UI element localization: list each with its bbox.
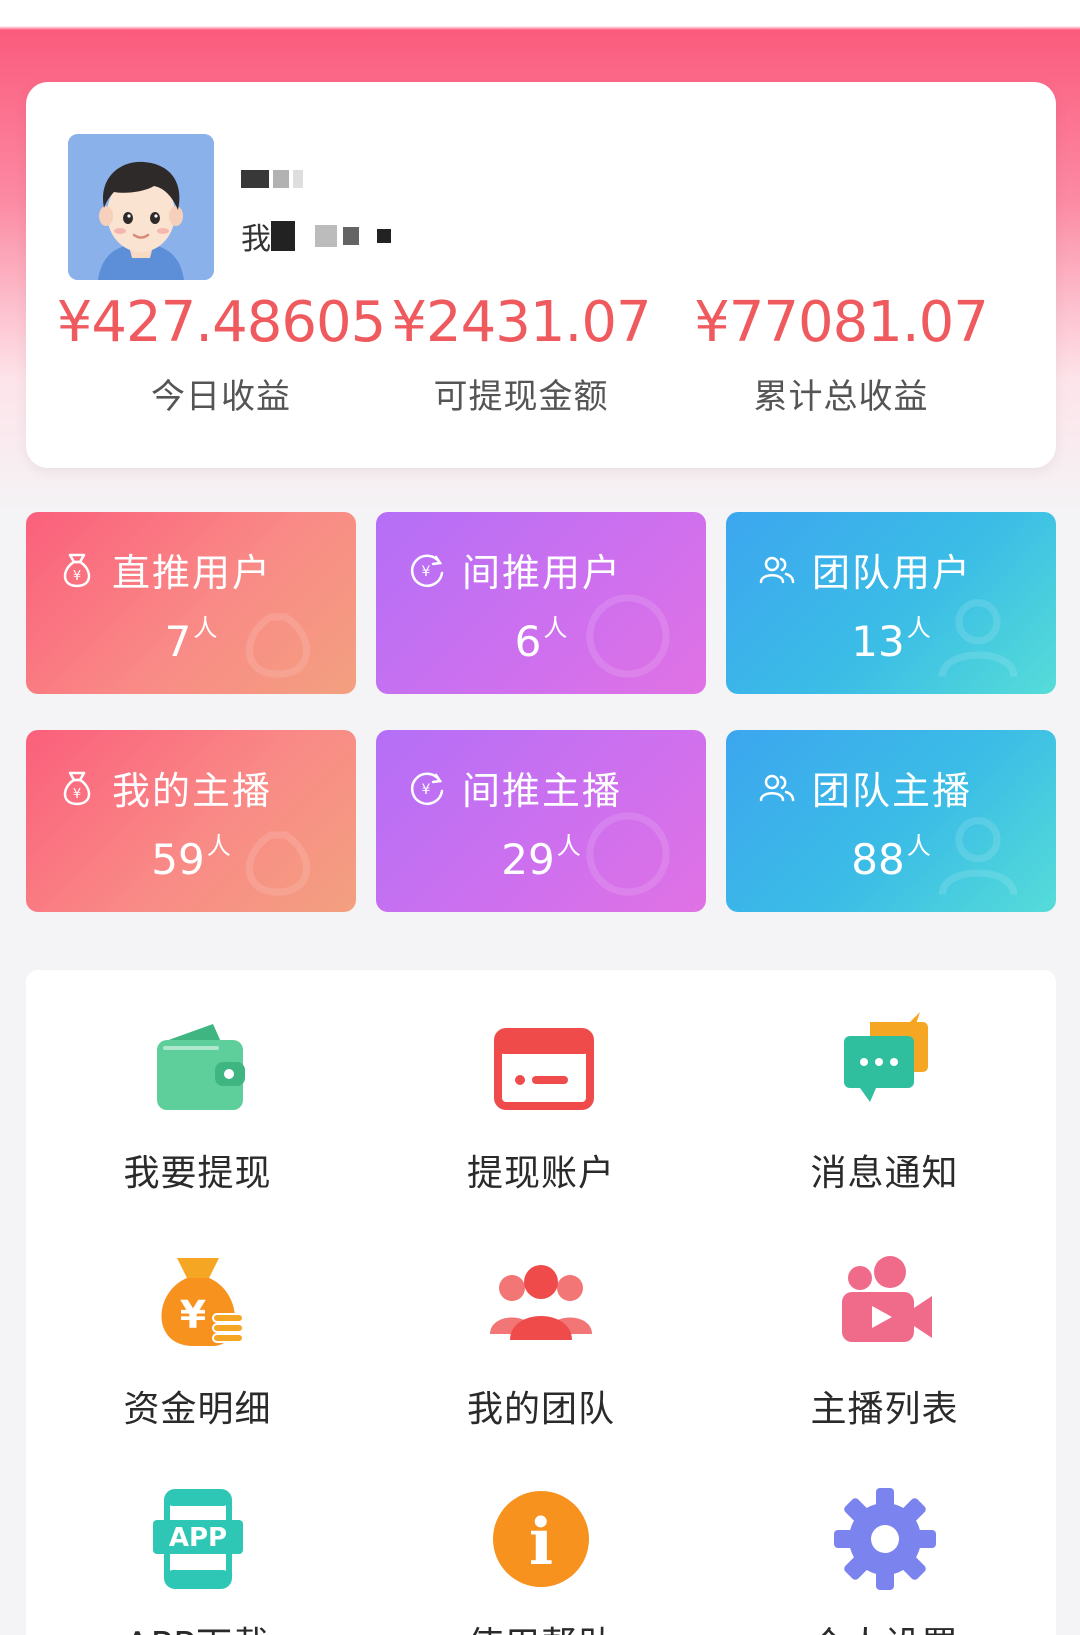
team-watermark-icon <box>938 599 1018 678</box>
menu-notifications[interactable]: 消息通知 <box>713 1012 1056 1196</box>
tile-count: 13 <box>851 617 905 666</box>
stat-label: 累计总收益 <box>753 377 929 417</box>
menu-label: 我要提现 <box>123 1153 272 1194</box>
tile-count: 29 <box>501 835 555 884</box>
user-subtitle: 我 <box>241 216 391 257</box>
redaction-block <box>343 227 359 245</box>
tile-indirect-users[interactable]: ¥ 间推用户 6人 <box>376 512 706 694</box>
stat-total[interactable]: ¥77081.07 累计总收益 <box>626 290 1056 418</box>
video-camera-icon <box>841 1256 932 1342</box>
tile-team-anchors[interactable]: 团队主播 88人 <box>726 730 1056 912</box>
money-bag-icon: ¥ <box>160 1258 244 1346</box>
svg-text:¥: ¥ <box>73 787 81 802</box>
yuan-watermark-icon <box>586 594 670 678</box>
account-page: 我 ¥427.48605 今日收益 ¥2431.07 可提现金额 ¥77081.… <box>0 0 1080 1635</box>
menu-label: 资金明细 <box>123 1389 272 1430</box>
money-bag-watermark-icon <box>245 613 311 678</box>
tile-my-anchors[interactable]: ¥ 我的主播 59人 <box>26 730 356 912</box>
app-icon-text: APP <box>168 1523 226 1553</box>
avatar[interactable] <box>68 134 214 280</box>
gear-icon <box>833 1488 936 1590</box>
earnings-stats: ¥427.48605 今日收益 ¥2431.07 可提现金额 ¥77081.07… <box>26 290 1056 418</box>
stat-label: 可提现金额 <box>433 377 609 417</box>
team-watermark-icon <box>938 817 1018 896</box>
tile-count: 59 <box>151 835 205 884</box>
money-bag-watermark-icon <box>245 831 311 896</box>
stat-label: 今日收益 <box>151 377 291 417</box>
stat-tiles: ¥ 直推用户 7人 ¥ 间推用户 6人 团队用户 13人 ¥ 我的主播 59人 … <box>26 512 1056 912</box>
redaction-block <box>271 221 295 251</box>
redaction-block <box>377 229 391 243</box>
menu-my-team[interactable]: 我的团队 <box>369 1248 713 1432</box>
wallet-icon <box>156 1024 245 1110</box>
function-menu: 我要提现 提现账户 消息通知 ¥ 资金明细 我的团队 主播列表 APP i <box>26 970 1056 1635</box>
redaction-block <box>293 170 303 188</box>
tile-indirect-anchors[interactable]: ¥ 间推主播 29人 <box>376 730 706 912</box>
menu-app-download[interactable]: APP APP下载 <box>26 1484 369 1635</box>
menu-fund-details[interactable]: ¥ 资金明细 <box>26 1248 369 1432</box>
menu-personal-settings[interactable]: 个人设置 <box>713 1484 1056 1635</box>
money-bag-icon: ¥ <box>63 553 91 587</box>
svg-text:¥: ¥ <box>422 782 431 798</box>
team-users-icon <box>759 556 795 583</box>
redaction-block <box>241 170 269 188</box>
stat-value: ¥77081.07 <box>694 290 989 355</box>
info-icon: i <box>493 1491 589 1587</box>
menu-withdraw-account[interactable]: 提现账户 <box>369 1012 713 1196</box>
tile-count: 88 <box>851 835 905 884</box>
yuan-refresh-icon: ¥ <box>410 554 444 587</box>
team-icon <box>490 1265 592 1340</box>
menu-label: 个人设置 <box>810 1616 958 1635</box>
money-bag-icon: ¥ <box>63 771 91 805</box>
menu-help[interactable]: i 使用帮助 <box>369 1484 713 1635</box>
stat-value: ¥427.48605 <box>56 290 386 355</box>
menu-label: 提现账户 <box>466 1153 615 1194</box>
profile-card: 我 ¥427.48605 今日收益 ¥2431.07 可提现金额 ¥77081.… <box>26 82 1056 468</box>
avatar-image <box>68 134 214 280</box>
tile-count: 7 <box>164 617 192 666</box>
menu-label: 我的团队 <box>466 1389 615 1430</box>
menu-label: APP下载 <box>125 1616 270 1635</box>
svg-text:¥: ¥ <box>422 564 431 580</box>
stat-withdrawable[interactable]: ¥2431.07 可提现金额 <box>391 290 651 418</box>
tile-unit: 人 <box>193 614 218 642</box>
redaction-block <box>315 225 337 247</box>
menu-label: 消息通知 <box>810 1153 959 1194</box>
app-download-icon: APP <box>152 1489 243 1589</box>
info-icon-text: i <box>529 1505 553 1580</box>
chat-bubbles-icon <box>843 1012 928 1102</box>
team-users-icon <box>759 774 795 801</box>
user-name-redacted <box>241 164 303 194</box>
menu-anchor-list[interactable]: 主播列表 <box>713 1248 1056 1432</box>
menu-label: 使用帮助 <box>467 1616 615 1635</box>
redaction-block <box>273 170 289 188</box>
svg-text:¥: ¥ <box>179 1293 205 1337</box>
tile-count: 6 <box>514 617 542 666</box>
tile-unit: 人 <box>543 614 568 642</box>
menu-label: 主播列表 <box>810 1389 959 1430</box>
menu-withdraw[interactable]: 我要提现 <box>26 1012 369 1196</box>
stat-today[interactable]: ¥427.48605 今日收益 <box>26 290 416 418</box>
tile-team-users[interactable]: 团队用户 13人 <box>726 512 1056 694</box>
bank-card-icon <box>494 1028 594 1110</box>
yuan-refresh-icon: ¥ <box>410 772 444 805</box>
yuan-watermark-icon <box>586 812 670 896</box>
svg-text:¥: ¥ <box>73 569 81 584</box>
stat-value: ¥2431.07 <box>391 290 651 355</box>
user-subtitle-prefix: 我 <box>241 222 271 257</box>
tile-direct-users[interactable]: ¥ 直推用户 7人 <box>26 512 356 694</box>
